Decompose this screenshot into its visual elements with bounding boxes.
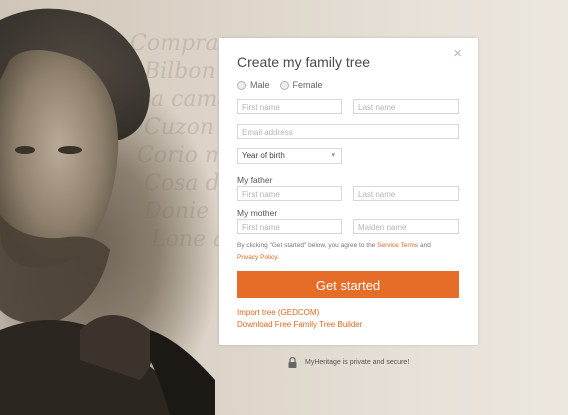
father-last-name-field[interactable]: Last name: [353, 186, 459, 201]
modal-title: Create my family tree: [237, 54, 371, 70]
gender-options: Male Female: [237, 80, 323, 90]
terms-prefix: By clicking "Get started" below, you agr…: [237, 242, 376, 249]
close-icon[interactable]: ×: [453, 46, 462, 61]
first-name-field[interactable]: First name: [237, 99, 342, 114]
father-label: My father: [237, 175, 273, 185]
service-terms-link[interactable]: Service Terms: [377, 242, 418, 249]
security-text: MyHeritage is private and secure!: [305, 359, 410, 366]
radio-male[interactable]: [237, 80, 246, 90]
terms-suffix: .: [276, 254, 279, 261]
gender-male-label: Male: [250, 80, 270, 90]
signup-modal: × Create my family tree Male Female Firs…: [219, 38, 478, 345]
gender-male-option[interactable]: Male: [237, 80, 270, 90]
radio-female[interactable]: [279, 80, 289, 90]
security-note: MyHeritage is private and secure!: [288, 357, 409, 368]
year-of-birth-value: Year of birth: [242, 151, 285, 160]
gender-female-option[interactable]: Female: [279, 80, 323, 90]
terms-and: and: [420, 242, 431, 249]
download-ftb-link[interactable]: Download Free Family Tree Builder: [237, 320, 362, 329]
email-field[interactable]: Email address: [237, 124, 459, 139]
mother-label: My mother: [237, 208, 278, 218]
chevron-down-icon: ▾: [331, 152, 335, 159]
gender-female-label: Female: [292, 80, 323, 90]
mother-maiden-name-field[interactable]: Maiden name: [353, 219, 459, 234]
terms-text: By clicking "Get started" below, you agr…: [237, 240, 462, 264]
privacy-policy-link[interactable]: Privacy Policy: [237, 254, 277, 261]
year-of-birth-select[interactable]: Year of birth ▾: [237, 148, 342, 164]
mother-first-name-field[interactable]: First name: [237, 219, 342, 234]
father-first-name-field[interactable]: First name: [237, 186, 342, 201]
get-started-button[interactable]: Get started: [237, 271, 459, 298]
last-name-field[interactable]: Last name: [353, 99, 459, 114]
import-tree-link[interactable]: Import tree (GEDCOM): [237, 308, 319, 317]
lock-icon: [288, 357, 297, 368]
